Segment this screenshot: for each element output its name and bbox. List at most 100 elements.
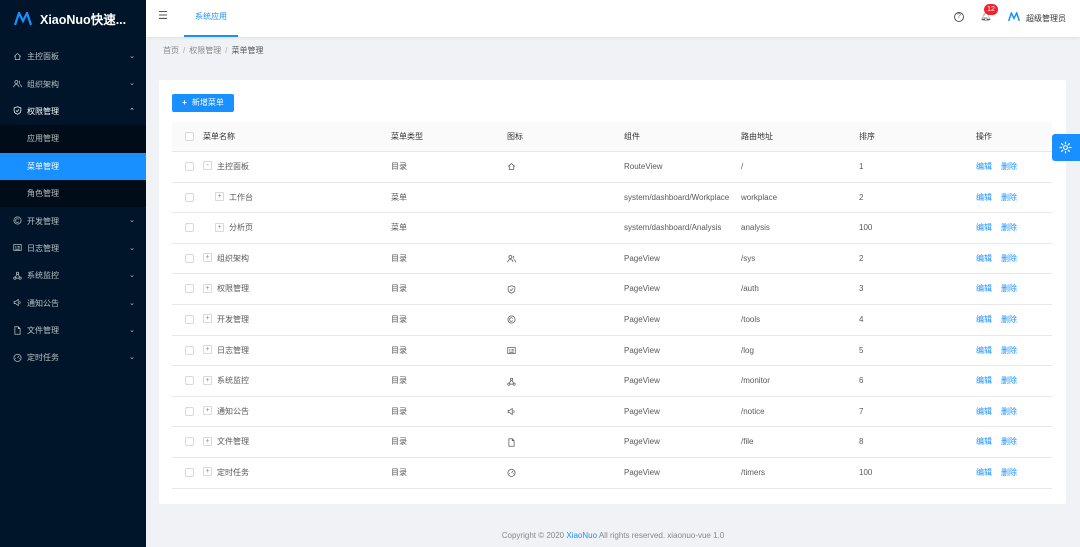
delete-link[interactable]: 删除	[1001, 284, 1017, 293]
edit-link[interactable]: 编辑	[976, 346, 992, 355]
delete-link[interactable]: 删除	[1001, 162, 1017, 171]
tab-system-app[interactable]: 系统应用	[184, 0, 238, 37]
chevron-down-icon: ⌄	[129, 244, 135, 252]
sidebar-item-8[interactable]: 定时任务 ⌄	[0, 344, 146, 371]
expand-icon[interactable]: +	[203, 283, 212, 293]
cell-operation: 编辑 删除	[976, 152, 1026, 182]
add-menu-button[interactable]: + 新增菜单	[172, 94, 234, 112]
row-checkbox[interactable]	[185, 345, 194, 355]
delete-link[interactable]: 删除	[1001, 193, 1017, 202]
delete-link[interactable]: 删除	[1001, 315, 1017, 324]
breadcrumb-parent[interactable]: 权限管理	[189, 46, 221, 55]
edit-link[interactable]: 编辑	[976, 376, 992, 385]
sidebar-item-3[interactable]: 开发管理 ⌄	[0, 207, 146, 234]
sidebar-item-2[interactable]: 权限管理 ⌃	[0, 98, 146, 125]
row-checkbox[interactable]	[185, 406, 194, 416]
cell-sort: 1	[859, 162, 864, 171]
expand-icon[interactable]: +	[203, 253, 212, 263]
expand-icon[interactable]: +	[203, 436, 212, 446]
expand-icon[interactable]: +	[203, 314, 212, 324]
row-checkbox[interactable]	[185, 437, 194, 447]
expand-icon[interactable]: +	[203, 344, 212, 354]
sidebar-item-5[interactable]: 系统监控 ⌄	[0, 262, 146, 289]
cell-sort: 100	[859, 467, 873, 477]
select-all-checkbox[interactable]	[185, 132, 194, 141]
delete-link[interactable]: 删除	[1001, 407, 1017, 416]
cell-component: PageView	[624, 314, 660, 324]
edit-link[interactable]: 编辑	[976, 223, 992, 232]
cell-path: /monitor	[741, 376, 770, 386]
delete-link[interactable]: 删除	[1001, 468, 1017, 477]
edit-link[interactable]: 编辑	[976, 407, 992, 416]
sidebar-subitem-1[interactable]: 菜单管理	[0, 152, 146, 180]
collapse-icon[interactable]: -	[203, 161, 212, 171]
delete-link[interactable]: 删除	[1001, 254, 1017, 263]
delete-link[interactable]: 删除	[1001, 223, 1017, 232]
edit-link[interactable]: 编辑	[976, 315, 992, 324]
sidebar-item-label: 主控面板	[27, 52, 59, 62]
sidebar-subitem-0[interactable]: 应用管理	[0, 125, 146, 152]
cell-operation: 编辑 删除	[976, 397, 1026, 427]
cell-type: 目录	[391, 345, 407, 355]
expand-icon[interactable]: +	[203, 406, 212, 416]
delete-link[interactable]: 删除	[1001, 376, 1017, 385]
row-checkbox[interactable]	[185, 223, 194, 233]
expand-icon[interactable]: +	[215, 222, 224, 232]
logo[interactable]: XiaoNuo快速...	[0, 0, 146, 37]
menu-name: 工作台	[229, 192, 253, 202]
cell-sort: 2	[859, 192, 864, 202]
edit-link[interactable]: 编辑	[976, 284, 992, 293]
chevron-down-icon: ⌄	[129, 217, 135, 225]
footer-prefix: Copyright © 2020	[501, 531, 567, 540]
cell-sort: 5	[859, 345, 864, 355]
row-checkbox[interactable]	[185, 284, 194, 294]
sidebar-item-7[interactable]: 文件管理 ⌄	[0, 317, 146, 344]
sidebar-item-1[interactable]: 组织架构 ⌄	[0, 70, 146, 97]
delete-link[interactable]: 删除	[1001, 346, 1017, 355]
chevron-down-icon: ⌄	[129, 53, 135, 60]
chevron-down-icon: ⌄	[129, 80, 135, 88]
expand-icon[interactable]: +	[203, 375, 212, 385]
chevron-up-icon: ⌃	[129, 107, 135, 115]
cell-component: PageView	[624, 437, 660, 447]
edit-link[interactable]: 编辑	[976, 193, 992, 202]
sidebar-item-6[interactable]: 通知公告 ⌄	[0, 290, 146, 317]
row-checkbox[interactable]	[185, 376, 194, 386]
edit-link[interactable]: 编辑	[976, 437, 992, 446]
edit-link[interactable]: 编辑	[976, 162, 992, 171]
delete-link[interactable]: 删除	[1001, 437, 1017, 446]
cell-component: system/dashboard/Workplace	[624, 192, 730, 202]
dashboard-icon	[507, 458, 516, 488]
row-checkbox[interactable]	[185, 162, 194, 171]
chevron-down-icon: ⌄	[129, 354, 135, 362]
sidebar-subitem-2[interactable]: 角色管理	[0, 180, 146, 207]
menu-fold-icon[interactable]: ☰	[158, 9, 168, 22]
cell-type: 目录	[391, 162, 407, 171]
cell-type: 目录	[391, 284, 407, 294]
cell-name: + 日志管理	[203, 336, 249, 366]
help-icon[interactable]: ?	[954, 12, 964, 22]
sidebar-item-4[interactable]: 日志管理 ⌄	[0, 235, 146, 262]
expand-icon[interactable]: +	[203, 467, 212, 477]
edit-link[interactable]: 编辑	[976, 254, 992, 263]
cell-type: 目录	[391, 376, 407, 386]
cell-name: - 主控面板	[203, 152, 249, 182]
user-avatar[interactable]	[1007, 11, 1021, 24]
sidebar-item-0[interactable]: 主控面板 ⌄	[0, 43, 146, 70]
user-name[interactable]: 超级管理员	[1026, 13, 1066, 24]
expand-icon[interactable]: +	[215, 191, 224, 201]
table-row: + 系统监控 目录 PageView/monitor 6 编辑 删除	[172, 366, 1052, 397]
row-checkbox[interactable]	[185, 192, 194, 202]
row-checkbox[interactable]	[185, 467, 194, 477]
header: ☰ 系统应用 ? 🔔︎ 12 超级管理员	[146, 0, 1080, 37]
app-title: XiaoNuo快速...	[40, 13, 127, 27]
breadcrumb-home[interactable]: 首页	[163, 46, 179, 55]
edit-link[interactable]: 编辑	[976, 468, 992, 477]
footer-brand-link[interactable]: XiaoNuo	[566, 531, 597, 540]
sidebar-item-label: 组织架构	[27, 79, 59, 89]
row-checkbox[interactable]	[185, 253, 194, 263]
plus-icon: +	[182, 98, 187, 107]
cell-type: 目录	[391, 437, 407, 447]
row-checkbox[interactable]	[185, 314, 194, 324]
settings-drawer-button[interactable]	[1052, 134, 1080, 161]
